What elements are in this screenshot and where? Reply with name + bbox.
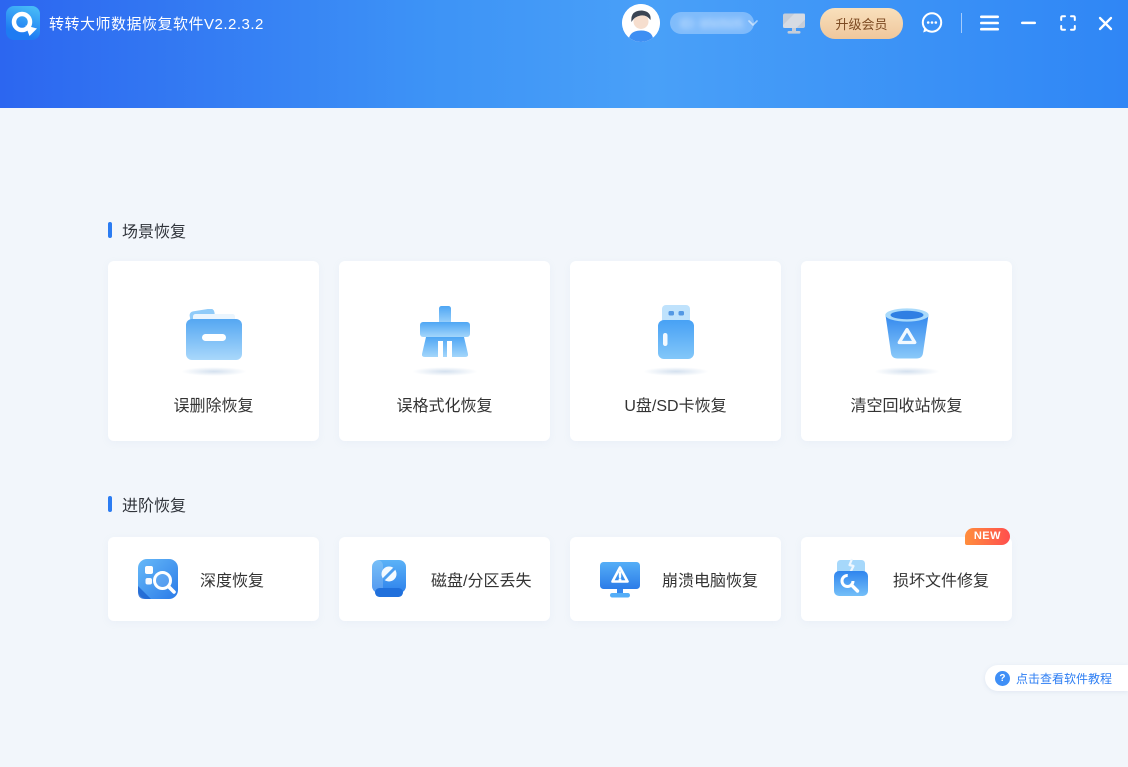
user-id-blur-overlay bbox=[669, 12, 755, 34]
file-repair-icon bbox=[829, 557, 873, 601]
app-logo bbox=[6, 6, 40, 40]
icon-shadow bbox=[180, 367, 247, 376]
header: 转转大师数据恢复软件V2.2.3.2 ID: 650505 升级会员 bbox=[0, 0, 1128, 108]
minimize-icon[interactable] bbox=[1021, 21, 1036, 25]
help-icon: ? bbox=[994, 670, 1010, 686]
card-label: 清空回收站恢复 bbox=[850, 398, 963, 415]
tutorial-link-label: 点击查看软件教程 bbox=[1015, 671, 1112, 686]
card-label: 磁盘/分区丢失 bbox=[431, 573, 532, 590]
advanced-recovery-grid: 深度恢复 磁盘/分区丢失 崩溃电脑恢复 NEW 损坏文件修复 bbox=[108, 528, 1012, 621]
crashed-pc-icon bbox=[598, 557, 642, 601]
avatar[interactable] bbox=[621, 4, 660, 42]
refresh-arrow-icon bbox=[11, 11, 37, 36]
folder-icon bbox=[184, 303, 244, 361]
card-format-recovery[interactable]: 误格式化恢复 bbox=[339, 261, 550, 441]
usb-drive-icon bbox=[646, 303, 706, 361]
card-label: 误删除恢复 bbox=[173, 398, 254, 415]
app-window: 转转大师数据恢复软件V2.2.3.2 ID: 650505 升级会员 场景恢复 … bbox=[0, 0, 1128, 767]
upgrade-member-button[interactable]: 升级会员 bbox=[820, 7, 903, 39]
section-accent-bar bbox=[108, 222, 112, 238]
new-badge: NEW bbox=[964, 528, 1010, 545]
icon-shadow bbox=[411, 367, 478, 376]
monitor-icon[interactable] bbox=[782, 12, 806, 34]
titlebar: 转转大师数据恢复软件V2.2.3.2 ID: 650505 升级会员 bbox=[0, 0, 1128, 46]
person-icon bbox=[621, 4, 660, 42]
user-id[interactable]: ID: 650505 bbox=[669, 12, 769, 34]
card-crashed-pc-recovery[interactable]: 崩溃电脑恢复 bbox=[570, 537, 781, 621]
card-recycle-bin-recovery[interactable]: 清空回收站恢复 bbox=[801, 261, 1012, 441]
card-deep-recovery[interactable]: 深度恢复 bbox=[108, 537, 319, 621]
icon-shadow bbox=[642, 367, 709, 376]
card-corrupt-file-repair[interactable]: NEW 损坏文件修复 bbox=[801, 528, 1012, 621]
titlebar-divider bbox=[960, 13, 962, 33]
card-label: 深度恢复 bbox=[200, 573, 265, 590]
card-label: 误格式化恢复 bbox=[396, 398, 493, 415]
section-accent-bar bbox=[108, 496, 112, 512]
section-title-advanced-recovery: 进阶恢复 bbox=[108, 492, 186, 516]
card-usb-sd-recovery[interactable]: U盘/SD卡恢复 bbox=[570, 261, 781, 441]
app-title: 转转大师数据恢复软件V2.2.3.2 bbox=[49, 15, 264, 33]
card-disk-partition-loss[interactable]: 磁盘/分区丢失 bbox=[339, 537, 550, 621]
titlebar-right: ID: 650505 升级会员 bbox=[621, 4, 1113, 42]
card-undelete-recovery[interactable]: 误删除恢复 bbox=[108, 261, 319, 441]
recycle-bin-icon bbox=[877, 303, 937, 361]
maximize-icon[interactable] bbox=[1060, 15, 1076, 31]
brush-icon bbox=[415, 303, 475, 361]
tutorial-link[interactable]: ? 点击查看软件教程 bbox=[984, 665, 1128, 691]
close-icon[interactable] bbox=[1098, 16, 1113, 31]
customer-service-icon[interactable] bbox=[919, 10, 945, 36]
chevron-down-icon bbox=[748, 20, 759, 26]
section-title-scene-recovery: 场景恢复 bbox=[108, 218, 186, 242]
icon-shadow bbox=[873, 367, 940, 376]
disk-partition-icon bbox=[367, 557, 411, 601]
card-label: 损坏文件修复 bbox=[893, 573, 990, 590]
card-label: U盘/SD卡恢复 bbox=[624, 398, 727, 415]
deep-scan-icon bbox=[136, 557, 180, 601]
menu-icon[interactable] bbox=[980, 15, 999, 31]
card-label: 崩溃电脑恢复 bbox=[662, 573, 759, 590]
scene-recovery-grid: 误删除恢复 误格式化恢复 U盘/SD卡恢复 清空回收站恢复 bbox=[108, 261, 1012, 441]
